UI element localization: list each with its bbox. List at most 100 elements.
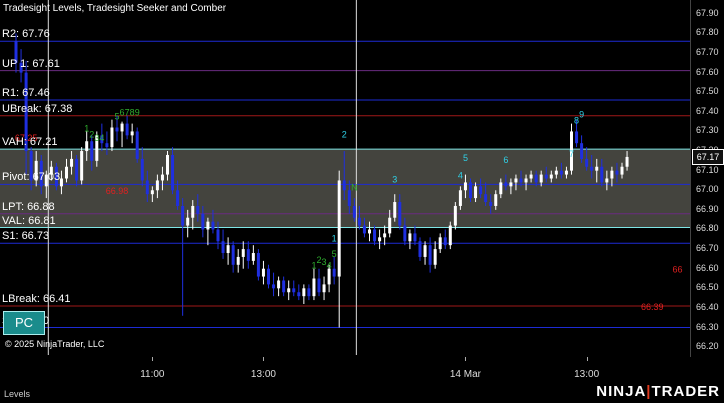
- candle-body: [216, 229, 220, 242]
- candle-body: [403, 225, 407, 242]
- candle-body: [484, 194, 488, 203]
- candle-body: [458, 190, 462, 206]
- annotation-7: 4: [99, 133, 104, 143]
- candle-body: [125, 123, 129, 136]
- copyright: © 2025 NinjaTrader, LLC: [5, 339, 105, 349]
- chart-area[interactable]: 67.25 66.98 66.39 66 1 2 3 4 5 6 7 8 9 1 2 3 4 5 1 2 N 3 4 5 6 7 8…: [0, 0, 690, 357]
- candle-body: [575, 131, 579, 144]
- ninjatrader-logo: NINJA|TRADER: [596, 383, 720, 400]
- level-label-4: VAH: 67.21: [2, 136, 58, 149]
- candle-body: [256, 253, 260, 277]
- price-tick-11: 66.80: [696, 223, 719, 234]
- price-tick-14: 66.50: [696, 282, 719, 293]
- chart-title: Tradesight Levels, Tradesight Seeker and…: [3, 3, 227, 14]
- candle-body: [261, 268, 265, 277]
- candle-body: [388, 217, 392, 234]
- candle-body: [453, 205, 457, 226]
- price-tick-2: 67.70: [696, 46, 719, 57]
- time-tick-2: 14 Mar: [449, 369, 481, 380]
- candle-body: [145, 180, 149, 195]
- candle-body: [479, 186, 483, 195]
- candle-body: [332, 268, 336, 277]
- candle-body: [267, 268, 270, 285]
- candle-body: [80, 151, 84, 181]
- time-tick-3: 13:00: [574, 369, 600, 380]
- candle-body: [191, 205, 195, 218]
- price-tick-12: 66.70: [696, 243, 719, 254]
- candle-body: [236, 256, 240, 265]
- candle-body: [539, 174, 543, 183]
- price-tick-4: 67.50: [696, 86, 719, 97]
- current-price-marker: 67.17: [692, 148, 724, 165]
- candle-body: [342, 180, 346, 191]
- candle-body: [337, 180, 341, 277]
- candle-body: [549, 174, 553, 179]
- candle-body: [509, 182, 513, 187]
- candle-body: [352, 205, 356, 218]
- candle-body: [474, 186, 478, 199]
- candle-body: [312, 278, 316, 297]
- candle-body: [307, 288, 311, 297]
- price-tick-0: 67.90: [696, 7, 719, 18]
- candle-body: [70, 158, 74, 167]
- price-tick-17: 66.20: [696, 341, 719, 352]
- candle-body: [615, 170, 619, 175]
- price-tick-10: 66.90: [696, 203, 719, 214]
- candle-body: [120, 123, 124, 132]
- candle-body: [534, 174, 538, 183]
- candle-body: [438, 237, 442, 250]
- candle-body: [413, 233, 417, 242]
- candle-body: [327, 268, 331, 285]
- level-label-9: LBreak: 66.41: [2, 292, 71, 305]
- annotation-18: 1: [332, 233, 337, 243]
- annotation-20: N: [351, 182, 358, 192]
- pc-button[interactable]: PC: [3, 311, 45, 335]
- candle-body: [292, 288, 296, 293]
- candle-body: [494, 194, 498, 206]
- candle-body: [115, 127, 119, 132]
- candle-body: [59, 178, 63, 187]
- level-label-7: VAL: 66.81: [2, 214, 56, 227]
- price-chart[interactable]: 67.2566.9866.396612 3 45 6 7 8 912 3 4512N3 45 678…: [0, 0, 690, 357]
- candle-body: [317, 278, 321, 293]
- candle-body: [428, 245, 432, 265]
- annotation-27: 9: [579, 110, 584, 120]
- candle-body: [90, 141, 94, 161]
- candle-body: [196, 205, 200, 214]
- candle-body: [357, 217, 361, 226]
- candle-body: [251, 253, 255, 261]
- candle-body: [469, 182, 472, 199]
- candle-body: [166, 154, 169, 175]
- candle-body: [105, 143, 109, 148]
- logo-left: NINJA: [596, 383, 647, 400]
- price-tick-6: 67.30: [696, 125, 719, 136]
- annotation-24: 6: [503, 155, 508, 165]
- candle-body: [85, 141, 89, 152]
- annotation-25: 7: [569, 149, 574, 159]
- candle-body: [499, 182, 503, 195]
- candle-body: [620, 166, 624, 175]
- candle-body: [595, 166, 599, 171]
- level-label-2: R1: 67.46: [2, 87, 50, 100]
- status-tab-levels[interactable]: Levels: [4, 389, 30, 399]
- level-label-0: R2: 67.76: [2, 28, 50, 41]
- annotation-2: 66.39: [641, 302, 664, 312]
- candle-body: [186, 217, 190, 226]
- price-axis[interactable]: 67.9067.8067.7067.6067.5067.4067.3067.20…: [690, 0, 724, 357]
- time-tick-mark-0: [152, 357, 154, 361]
- time-axis[interactable]: 11:00 13:00 14 Mar 13:00: [0, 357, 690, 385]
- candle-body: [524, 178, 528, 183]
- candle-body: [231, 245, 235, 265]
- time-tick-mark-2: [465, 357, 467, 361]
- candle-body: [150, 190, 154, 195]
- candle-body: [554, 170, 558, 175]
- price-tick-13: 66.60: [696, 262, 719, 273]
- candle-body: [559, 170, 563, 175]
- candle-body: [272, 284, 276, 289]
- candle-body: [433, 249, 437, 265]
- price-tick-5: 67.40: [696, 105, 719, 116]
- price-tick-1: 67.80: [696, 27, 719, 38]
- candle-body: [221, 241, 225, 254]
- candle-body: [160, 174, 164, 181]
- candle-body: [140, 158, 144, 181]
